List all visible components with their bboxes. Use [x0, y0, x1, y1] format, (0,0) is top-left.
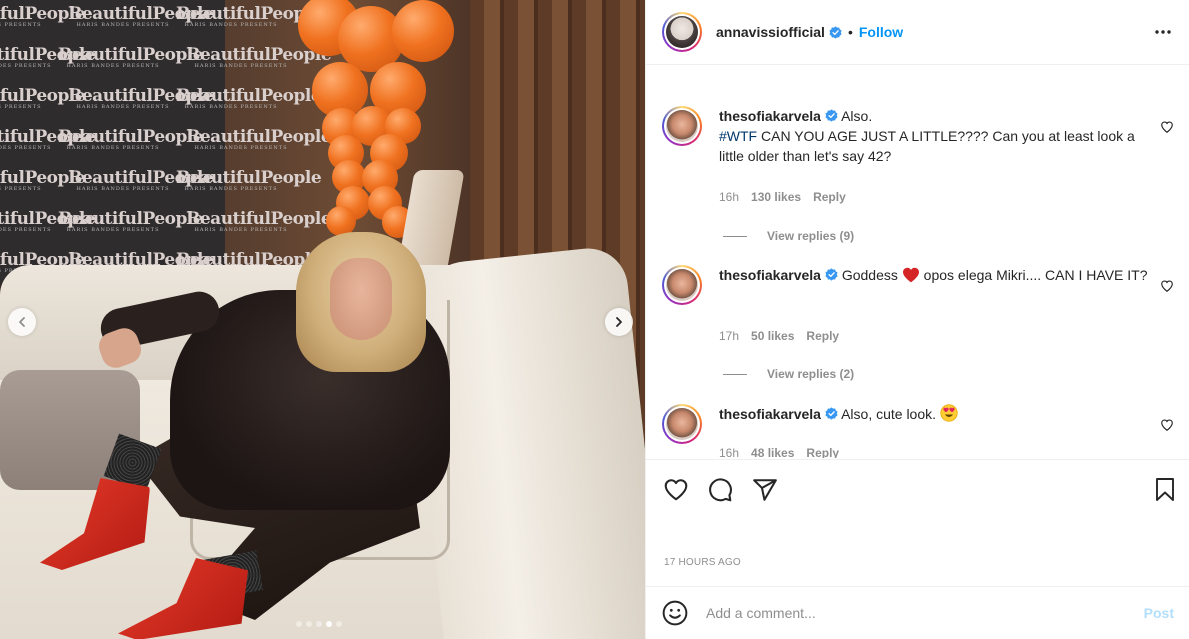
carousel-dot	[306, 621, 312, 627]
backdrop-brand-logo: BeautifulPeopleHARIS BANDES PRESENTS	[0, 4, 86, 28]
bookmark-icon[interactable]	[1153, 477, 1177, 503]
verified-badge-icon	[825, 109, 838, 122]
post-comment-button[interactable]: Post	[1144, 605, 1174, 621]
view-replies-button[interactable]: View replies (9)	[723, 229, 854, 243]
comment-meta: 17h 50 likes Reply	[719, 329, 839, 343]
heart-eyes-emoji-icon	[940, 404, 958, 422]
backdrop-brand-logo: BeautifulPeopleHARIS BANDES PRESENTS	[0, 86, 86, 110]
backdrop-brand-logo: BeautifulPeopleHARIS BANDES PRESENTS	[0, 209, 96, 233]
chevron-right-icon	[616, 317, 622, 327]
comment-text-body: Also, cute look.	[841, 406, 937, 422]
comment-like-icon[interactable]	[1160, 418, 1174, 432]
comment-text-a: Goddess	[841, 267, 898, 283]
heart-icon[interactable]	[663, 477, 689, 503]
view-replies-label: View replies (2)	[767, 367, 855, 381]
add-comment-input[interactable]	[706, 605, 1116, 621]
carousel-dots	[296, 621, 342, 627]
backdrop-brand-logo: BeautifulPeopleHARIS BANDES PRESENTS	[0, 45, 96, 69]
commenter-avatar[interactable]	[662, 265, 702, 305]
verified-badge-icon	[825, 407, 838, 420]
comment-likes[interactable]: 130 likes	[751, 190, 801, 204]
backdrop-brand-logo: BeautifulPeopleHARIS BANDES PRESENTS	[0, 127, 96, 151]
comment-reply-button[interactable]: Reply	[813, 190, 846, 204]
post-photo: BeautifulPeopleHARIS BANDES PRESENTSBeau…	[0, 0, 645, 639]
comment-username[interactable]: thesofiakarvela	[719, 267, 821, 283]
post-side-panel: annavissiofficial • Follow thesofiakarve…	[645, 0, 1189, 639]
hashtag-link[interactable]: #WTF	[719, 128, 757, 144]
post-header: annavissiofficial • Follow	[646, 0, 1189, 65]
post-actions	[646, 459, 1189, 521]
post-timestamp[interactable]: 17 HOURS AGO	[664, 557, 741, 568]
backdrop-brand-logo: BeautifulPeopleHARIS BANDES PRESENTS	[186, 209, 332, 233]
photo-person-face	[330, 258, 392, 340]
comment-time[interactable]: 16h	[719, 446, 739, 458]
commenter-avatar[interactable]	[662, 404, 702, 444]
comment-username[interactable]: thesofiakarvela	[719, 406, 821, 422]
comment-text: thesofiakarvela Also. #WTF CAN YOU AGE J…	[719, 106, 1149, 166]
comment-like-icon[interactable]	[1160, 120, 1174, 134]
comment-time[interactable]: 17h	[719, 329, 739, 343]
backdrop-brand-logo: BeautifulPeopleHARIS BANDES PRESENTS	[186, 45, 332, 69]
add-comment-bar: Post	[646, 586, 1189, 639]
carousel-dot	[296, 621, 302, 627]
comment-text-body: CAN YOU AGE JUST A LITTLE???? Can you at…	[719, 128, 1135, 164]
view-replies-label: View replies (9)	[767, 229, 855, 243]
emoji-icon[interactable]	[662, 600, 688, 626]
backdrop-brand-logo: BeautifulPeopleHARIS BANDES PRESENTS	[68, 168, 214, 192]
carousel-dot	[336, 621, 342, 627]
chevron-left-icon	[19, 317, 25, 327]
balloon	[392, 0, 454, 62]
comment-text-b: opos elega Mikri.... CAN I HAVE IT?	[923, 267, 1148, 283]
share-icon[interactable]	[752, 477, 778, 503]
comment-meta: 16h 48 likes Reply	[719, 446, 839, 458]
verified-badge-icon	[829, 25, 842, 39]
comment-username[interactable]: thesofiakarvela	[719, 108, 821, 124]
backdrop-brand-logo: BeautifulPeopleHARIS BANDES PRESENTS	[0, 168, 86, 192]
comment-text: thesofiakarvela Also, cute look.	[719, 404, 1149, 424]
carousel-next-button[interactable]	[605, 308, 633, 336]
comment-reply-button[interactable]: Reply	[806, 329, 839, 343]
carousel-dot	[326, 621, 332, 627]
comment-likes[interactable]: 48 likes	[751, 446, 794, 458]
view-replies-button[interactable]: View replies (2)	[723, 367, 854, 381]
backdrop-brand-logo: BeautifulPeopleHARIS BANDES PRESENTS	[68, 86, 214, 110]
author-avatar[interactable]	[662, 12, 702, 52]
photo-press-backdrop: BeautifulPeopleHARIS BANDES PRESENTSBeau…	[0, 0, 332, 285]
verified-badge-icon	[825, 268, 838, 281]
comment-time[interactable]: 16h	[719, 190, 739, 204]
comment-text: thesofiakarvela Goddess opos elega Mikri…	[719, 265, 1149, 285]
comment-likes[interactable]: 50 likes	[751, 329, 794, 343]
carousel-prev-button[interactable]	[8, 308, 36, 336]
header-bullet: •	[847, 24, 853, 40]
comment-icon[interactable]	[707, 477, 733, 503]
comments-list[interactable]: thesofiakarvela Also. #WTF CAN YOU AGE J…	[646, 66, 1189, 458]
comment-like-icon[interactable]	[1160, 279, 1174, 293]
backdrop-brand-logo: BeautifulPeopleHARIS BANDES PRESENTS	[186, 127, 332, 151]
comment-text-pre: Also.	[841, 108, 873, 124]
author-username[interactable]: annavissiofficial	[716, 24, 825, 40]
red-heart-emoji-icon	[902, 267, 919, 283]
follow-button[interactable]: Follow	[859, 24, 903, 40]
more-options-icon[interactable]	[1153, 22, 1173, 42]
commenter-avatar[interactable]	[662, 106, 702, 146]
comment-reply-button[interactable]: Reply	[806, 446, 839, 458]
comment-meta: 16h 130 likes Reply	[719, 190, 846, 204]
carousel-dot	[316, 621, 322, 627]
backdrop-brand-logo: BeautifulPeopleHARIS BANDES PRESENTS	[68, 4, 214, 28]
